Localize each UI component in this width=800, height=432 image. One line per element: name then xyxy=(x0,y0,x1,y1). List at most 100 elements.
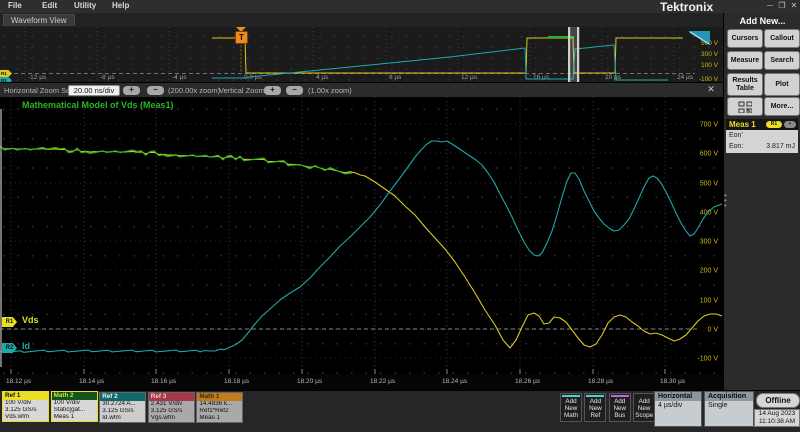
badge-line: Vds.wfm xyxy=(3,414,48,421)
badge-ref2[interactable]: Ref 230.2724 A...3.125 GS/sId.wfm xyxy=(99,392,146,423)
button-grid-cursor-icon[interactable] xyxy=(727,97,763,116)
main-x-tick-label: 18.14 µs xyxy=(79,378,104,385)
main-x-tick-label: 18.26 µs xyxy=(515,378,540,385)
left-edge-handle[interactable] xyxy=(0,109,2,367)
acquisition-box-value: Single xyxy=(705,401,753,426)
h-zoom-readout: (200.00x zoom) xyxy=(168,86,220,95)
main-x-tick-label: 18.18 µs xyxy=(224,378,249,385)
menu-bar: File Edit Utility Help Tektronix ─❐✕ xyxy=(0,0,800,14)
button-cursors[interactable]: Cursors xyxy=(727,29,763,48)
button-search[interactable]: Search xyxy=(764,51,800,70)
settings-bar: Ref 1100 V/div3.125 GS/sVds.wfmMath 2100… xyxy=(0,390,800,432)
menu-help[interactable]: Help xyxy=(112,1,129,10)
add-new-line: New xyxy=(634,405,654,412)
overview-x-tick-label: 4 µs xyxy=(316,74,329,81)
button-results-table[interactable]: Results Table xyxy=(727,73,763,96)
restore-icon[interactable]: ❐ xyxy=(776,1,788,10)
main-y-tick-label: 500 V xyxy=(700,181,719,188)
offline-button[interactable]: Offline xyxy=(756,393,800,408)
oscilloscope-app: FileEditUtilityHelp Tektronix ─❐✕ Wavefo… xyxy=(0,0,800,432)
badge-math2[interactable]: Math 2100 V/divStatic[gat...Meas 1 xyxy=(51,391,98,422)
main-y-tick-label: 300 V xyxy=(700,239,719,246)
overview-y-tick-label: 300 V xyxy=(701,51,719,58)
main-x-tick-label: 18.12 µs xyxy=(6,378,31,385)
add-new-line: Math xyxy=(561,412,581,419)
badge-line: 100 V/div xyxy=(52,400,97,407)
badge-line: Meas 1 xyxy=(52,414,97,421)
add-new-math-button[interactable]: AddNewMath xyxy=(560,393,582,422)
menu-file[interactable]: File xyxy=(8,1,22,10)
badge-line: 2.431 V/div xyxy=(149,401,194,408)
vds-main-trace xyxy=(0,147,722,348)
main-x-tick-label: 18.30 µs xyxy=(660,378,685,385)
badge-ref1[interactable]: Ref 1100 V/div3.125 GS/sVds.wfm xyxy=(2,391,49,422)
overview-svg: -12 µs-8 µs-4 µs0.0 µs4 µs8 µs12 µs16 µs… xyxy=(0,27,723,82)
meas-row-label: Eon' xyxy=(729,132,743,139)
meas1-results[interactable]: Eon' Eon: 3.817 mJ xyxy=(726,130,798,153)
add-new-bus-button[interactable]: AddNewBus xyxy=(609,393,631,422)
overview-plot[interactable]: -12 µs-8 µs-4 µs0.0 µs4 µs8 µs12 µs16 µs… xyxy=(0,27,723,82)
badge-line: 14.4836 k... xyxy=(197,401,242,408)
menu-utility[interactable]: Utility xyxy=(74,1,96,10)
minimize-icon[interactable]: ─ xyxy=(764,1,776,10)
meas-row-value: 3.817 mJ xyxy=(766,143,795,150)
panel-drag-handle[interactable]: ••• xyxy=(724,193,728,215)
overview-zoom-icon[interactable] xyxy=(686,29,712,47)
zoom-window-left-handle[interactable] xyxy=(568,27,570,82)
meas1-source-badge: R1 xyxy=(766,121,782,128)
overview-x-tick-label: 16 µs xyxy=(533,74,550,81)
v-zoom-plus-button[interactable]: + xyxy=(264,86,281,95)
badge-line: Vgs.wfm xyxy=(149,415,194,422)
zoom-window-right-handle[interactable] xyxy=(577,27,579,82)
horizontal-box-title: Horizontal xyxy=(655,392,701,401)
id-overview-trace xyxy=(212,45,668,80)
tab-bar: Waveform View xyxy=(0,13,723,28)
add-new-line: Add xyxy=(610,398,630,405)
h-zoom-plus-button[interactable]: + xyxy=(123,86,140,95)
v-zoom-readout: (1.00x zoom) xyxy=(308,86,352,95)
badge-math1[interactable]: Math 114.4836 k...Ref1*Ref2Meas 1 xyxy=(196,392,243,423)
tab-waveform-view[interactable]: Waveform View xyxy=(3,14,75,26)
zoom-window-region[interactable] xyxy=(569,27,578,82)
add-new-line: Add xyxy=(561,398,581,405)
add-new-ref-button[interactable]: AddNewRef xyxy=(584,393,606,422)
badge-title: Math 1 xyxy=(197,393,242,401)
badge-ref3[interactable]: Ref 32.431 V/div3.125 GS/sVgs.wfm xyxy=(148,392,195,423)
math2-model-main-trace xyxy=(0,146,352,174)
marker-label-vds: Vds xyxy=(22,315,39,325)
button-measure[interactable]: Measure xyxy=(727,51,763,70)
button-more-[interactable]: More... xyxy=(764,97,800,116)
horizontal-settings-box[interactable]: Horizontal 4 µs/div xyxy=(654,391,702,427)
main-x-tick-label: 18.16 µs xyxy=(151,378,176,385)
add-new-line: Add xyxy=(634,398,654,405)
tektronix-logo: Tektronix xyxy=(660,0,713,14)
overview-x-tick-label: 24 µs xyxy=(677,74,694,81)
main-y-tick-label: 600 V xyxy=(700,151,719,158)
channel-color-stripe xyxy=(586,395,604,397)
main-waveform-plot[interactable]: 700 V600 V500 V400 V300 V200 V100 V0 V-1… xyxy=(0,97,723,374)
h-zoom-minus-button[interactable]: − xyxy=(147,86,164,95)
add-new-scope-button[interactable]: AddNewScope xyxy=(633,393,655,422)
overview-x-tick-label: -4 µs xyxy=(172,74,187,81)
meas1-expand-badge[interactable]: + xyxy=(784,121,796,128)
trigger-flag[interactable]: T xyxy=(235,31,248,44)
badge-line: Static[gat... xyxy=(52,407,97,414)
meas-result-row: Eon: 3.817 mJ xyxy=(726,141,798,152)
main-x-tick-label: 18.28 µs xyxy=(588,378,613,385)
meas-row-label: Eon: xyxy=(729,143,743,150)
time-label: 11:10:38 AM xyxy=(755,418,799,426)
close-icon[interactable]: ✕ xyxy=(788,1,800,10)
add-new-title: Add New... xyxy=(724,16,800,26)
button-plot[interactable]: Plot xyxy=(764,73,800,96)
menu-edit[interactable]: Edit xyxy=(42,1,57,10)
vertical-zoom-label: Vertical Zoom xyxy=(219,86,265,95)
main-x-tick-label: 18.22 µs xyxy=(370,378,395,385)
button-callout[interactable]: Callout xyxy=(764,29,800,48)
close-zoom-view-icon[interactable]: ✕ xyxy=(704,84,718,96)
v-zoom-minus-button[interactable]: − xyxy=(286,86,303,95)
acquisition-settings-box[interactable]: Acquisition Single xyxy=(704,391,754,427)
zoom-scale-input[interactable]: 20.00 ns/div xyxy=(68,85,120,96)
meas1-header[interactable]: Meas 1 R1 + xyxy=(726,119,798,130)
main-waveform-svg: 700 V600 V500 V400 V300 V200 V100 V0 V-1… xyxy=(0,97,723,374)
badge-line: 3.125 GS/s xyxy=(100,408,145,415)
